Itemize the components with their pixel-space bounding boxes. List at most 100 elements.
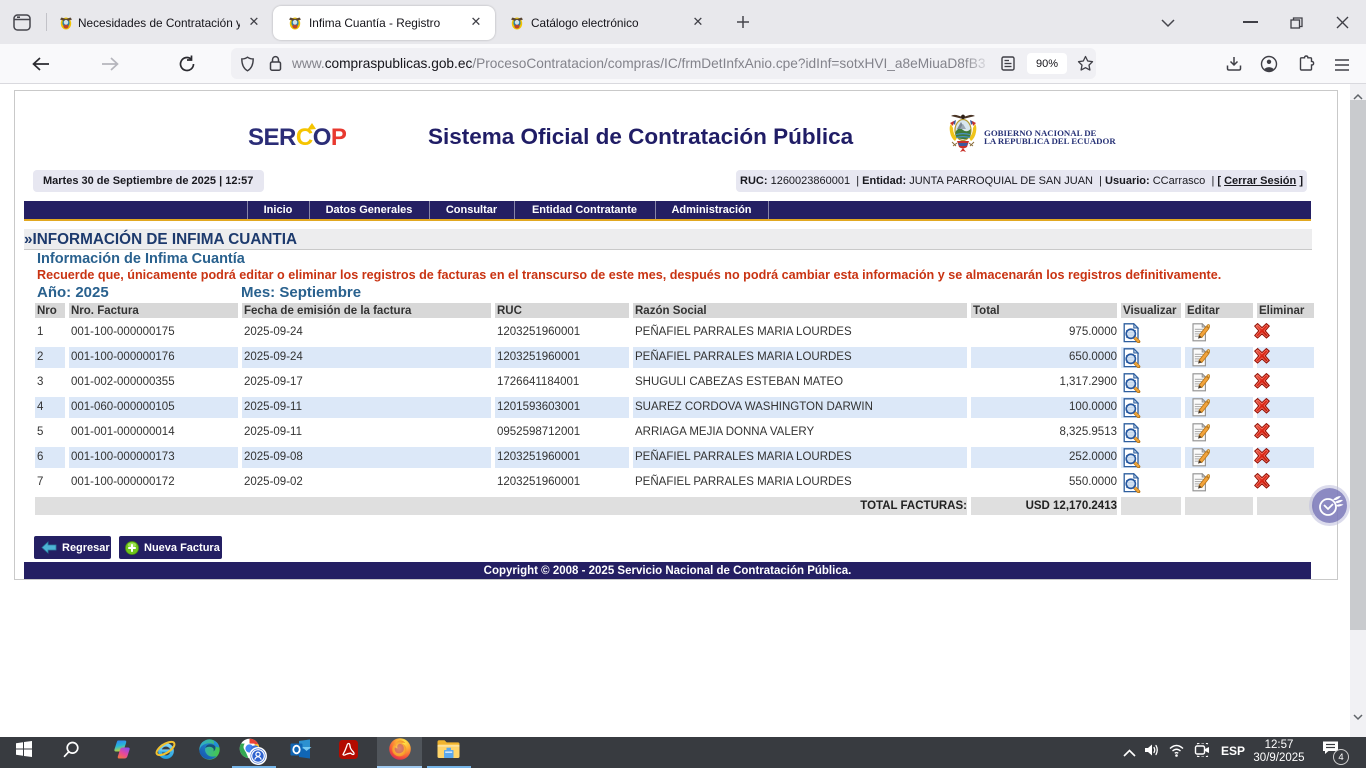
cell-factura: 001-100-000000172 bbox=[69, 472, 238, 493]
invoice-row: 2 001-100-000000176 2025-09-24 120325196… bbox=[35, 347, 1314, 368]
lock-icon[interactable] bbox=[269, 55, 282, 72]
nav-inicio[interactable]: Inicio bbox=[247, 201, 309, 219]
tab-close-icon[interactable]: ✕ bbox=[690, 15, 706, 31]
new-tab-button[interactable] bbox=[734, 13, 752, 31]
editar-icon[interactable] bbox=[1192, 348, 1253, 368]
eliminar-icon[interactable] bbox=[1253, 473, 1314, 493]
visualizar-icon[interactable] bbox=[1123, 423, 1181, 443]
forward-button[interactable] bbox=[100, 56, 120, 72]
scrollbar-thumb[interactable] bbox=[1350, 100, 1366, 630]
eliminar-icon[interactable] bbox=[1253, 373, 1314, 393]
ecuador-favicon bbox=[287, 15, 303, 36]
invoices-table: Nro Nro. Factura Fecha de emisión de la … bbox=[31, 299, 1318, 519]
nav-consultar[interactable]: Consultar bbox=[429, 201, 514, 219]
cell-total: 8,325.9513 bbox=[971, 422, 1117, 443]
language-indicator[interactable]: ESP bbox=[1221, 744, 1245, 758]
reader-mode-icon[interactable] bbox=[1001, 56, 1015, 71]
logout-bracket: [ bbox=[1217, 175, 1221, 187]
nav-entidad-contratante[interactable]: Entidad Contratante bbox=[514, 201, 655, 219]
volume-icon[interactable] bbox=[1144, 743, 1161, 757]
tab-separator bbox=[46, 13, 47, 31]
tab-necesidades[interactable]: Necesidades de Contratación y ✕ bbox=[54, 6, 267, 40]
reload-button[interactable] bbox=[178, 55, 196, 73]
nueva-factura-button[interactable]: Nueva Factura bbox=[119, 536, 222, 559]
visualizar-icon[interactable] bbox=[1123, 323, 1181, 343]
eliminar-icon[interactable] bbox=[1253, 348, 1314, 368]
file-explorer-icon[interactable] bbox=[437, 739, 460, 759]
cell-visualizar bbox=[1121, 422, 1181, 443]
list-tabs-chevron-icon[interactable] bbox=[1160, 16, 1176, 28]
shield-icon[interactable] bbox=[240, 56, 255, 72]
visualizar-icon[interactable] bbox=[1123, 398, 1181, 418]
acrobat-icon[interactable] bbox=[339, 740, 358, 759]
window-close-button[interactable] bbox=[1336, 16, 1349, 29]
firefox-view-icon[interactable] bbox=[13, 14, 31, 31]
url-text[interactable]: www.compraspublicas.gob.ec/ProcesoContra… bbox=[292, 56, 987, 73]
cell-nro: 6 bbox=[35, 447, 65, 468]
tray-chevron-icon[interactable] bbox=[1122, 745, 1137, 755]
ecuador-favicon bbox=[509, 15, 525, 36]
cell-eliminar bbox=[1257, 347, 1314, 368]
tab-infima-cuantia[interactable]: Infima Cuantía - Registro ✕ bbox=[273, 6, 495, 40]
firefox-icon[interactable] bbox=[388, 737, 412, 761]
menu-hamburger-icon[interactable] bbox=[1334, 58, 1350, 70]
col-factura: Nro. Factura bbox=[69, 303, 238, 318]
bookmark-star-icon[interactable] bbox=[1077, 55, 1094, 72]
editar-icon[interactable] bbox=[1192, 323, 1253, 343]
edge-icon[interactable] bbox=[198, 738, 221, 761]
internet-explorer-icon[interactable] bbox=[154, 738, 178, 762]
editar-icon[interactable] bbox=[1192, 423, 1253, 443]
outlook-icon[interactable] bbox=[290, 739, 312, 759]
logout-link[interactable]: Cerrar Sesión bbox=[1224, 175, 1296, 187]
editar-icon[interactable] bbox=[1192, 373, 1253, 393]
cell-factura: 001-100-000000173 bbox=[69, 447, 238, 468]
editar-icon[interactable] bbox=[1192, 473, 1253, 493]
cell-razon-social: PEÑAFIEL PARRALES MARIA LOURDES bbox=[633, 347, 967, 368]
tab-close-icon[interactable]: ✕ bbox=[246, 15, 262, 31]
back-button[interactable] bbox=[31, 56, 51, 72]
eliminar-icon[interactable] bbox=[1253, 398, 1314, 418]
notification-badge: 4 bbox=[1333, 749, 1349, 765]
eliminar-icon[interactable] bbox=[1253, 423, 1314, 443]
account-icon[interactable] bbox=[1260, 55, 1278, 73]
visualizar-icon[interactable] bbox=[1123, 448, 1181, 468]
tab-close-icon[interactable]: ✕ bbox=[468, 15, 484, 31]
scrollbar-up-icon[interactable] bbox=[1353, 88, 1363, 96]
time-tracker-widget[interactable] bbox=[1312, 488, 1347, 523]
editar-icon[interactable] bbox=[1192, 448, 1253, 468]
tab-catalogo[interactable]: Catálogo electrónico ✕ bbox=[500, 6, 717, 40]
cell-total: 650.0000 bbox=[971, 347, 1117, 368]
visualizar-icon[interactable] bbox=[1123, 373, 1181, 393]
editar-icon[interactable] bbox=[1192, 398, 1253, 418]
nav-administracion[interactable]: Administración bbox=[655, 201, 768, 219]
nav-datos-generales[interactable]: Datos Generales bbox=[309, 201, 429, 219]
window-restore-button[interactable] bbox=[1290, 16, 1303, 28]
meet-now-icon[interactable] bbox=[1194, 743, 1211, 757]
zoom-indicator[interactable]: 90% bbox=[1027, 53, 1067, 74]
copilot-icon[interactable] bbox=[111, 739, 133, 760]
clock[interactable]: 12:57 30/9/2025 bbox=[1248, 739, 1310, 765]
eliminar-icon[interactable] bbox=[1253, 448, 1314, 468]
cell-ruc: 0952598712001 bbox=[495, 422, 629, 443]
sercop-logo: SERCOP bbox=[248, 124, 358, 154]
nueva-factura-label: Nueva Factura bbox=[144, 542, 220, 554]
tab-title: Infima Cuantía - Registro bbox=[309, 16, 461, 30]
wifi-icon[interactable] bbox=[1168, 743, 1185, 757]
eliminar-icon[interactable] bbox=[1253, 323, 1314, 343]
invoice-row: 7 001-100-000000172 2025-09-02 120325196… bbox=[35, 472, 1314, 493]
scrollbar-down-icon[interactable] bbox=[1353, 708, 1363, 716]
start-button[interactable] bbox=[16, 741, 32, 757]
taskbar-search-icon[interactable] bbox=[63, 741, 80, 758]
visualizar-icon[interactable] bbox=[1123, 348, 1181, 368]
cell-razon-social: SUAREZ CORDOVA WASHINGTON DARWIN bbox=[633, 397, 967, 418]
cell-eliminar bbox=[1257, 372, 1314, 393]
downloads-icon[interactable] bbox=[1226, 56, 1242, 72]
window-minimize-button[interactable] bbox=[1243, 21, 1258, 23]
cell-nro: 4 bbox=[35, 397, 65, 418]
cell-total: 550.0000 bbox=[971, 472, 1117, 493]
extensions-icon[interactable] bbox=[1298, 55, 1315, 72]
cell-editar bbox=[1185, 422, 1253, 443]
regresar-button[interactable]: Regresar bbox=[34, 536, 111, 559]
chrome-icon[interactable] bbox=[239, 738, 267, 767]
visualizar-icon[interactable] bbox=[1123, 473, 1181, 493]
